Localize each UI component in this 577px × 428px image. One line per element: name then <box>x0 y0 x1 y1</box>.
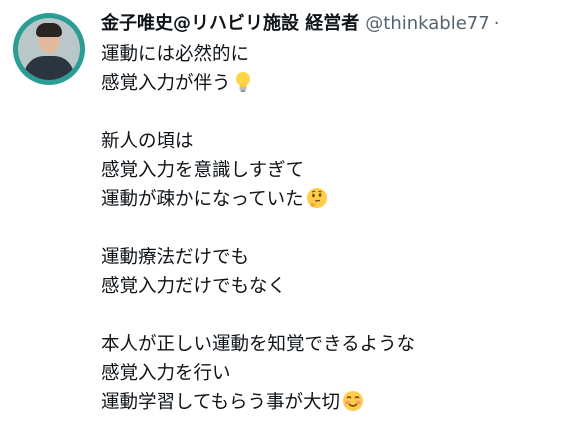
tweet-line: 本人が正しい運動を知覚できるような <box>101 334 416 355</box>
tweet-line <box>101 214 571 243</box>
tweet-line: 新人の頃は <box>101 131 194 152</box>
avatar-photo <box>18 18 80 80</box>
tweet-line: 感覚入力だけでもなく <box>101 276 287 297</box>
tweet-line: 運動療法だけでも <box>101 247 250 268</box>
author-name[interactable]: 金子唯史@リハビリ施設 経営者 <box>101 13 359 34</box>
avatar-body <box>24 56 74 80</box>
tweet-text: 運動には必然的に 感覚入力が伴う 新人の頃は 感覚入力を意識しすぎて 運動が疎か… <box>101 40 571 417</box>
tweet-line <box>101 98 571 127</box>
lightbulb-icon <box>233 71 253 102</box>
smiling-face-icon <box>342 390 364 421</box>
tweet-line: 感覚入力を意識しすぎて <box>101 160 305 181</box>
avatar[interactable] <box>13 13 85 85</box>
avatar-hair <box>36 23 62 37</box>
tweet-line: 感覚入力を行い <box>101 363 231 384</box>
tweet-line <box>101 301 571 330</box>
tweet-line: 感覚入力が伴う <box>101 69 571 98</box>
tweet-line: 運動学習してもらう事が大切 <box>101 388 571 417</box>
author-handle[interactable]: @thinkable77 <box>365 13 489 34</box>
tweet-line: 運動が疎かになっていた <box>101 185 571 214</box>
thinking-face-icon <box>306 187 328 218</box>
tweet-line: 運動には必然的に <box>101 44 250 65</box>
tweet-header: 金子唯史@リハビリ施設 経営者 @thinkable77 · <box>101 6 499 42</box>
header-separator: · <box>493 13 500 34</box>
